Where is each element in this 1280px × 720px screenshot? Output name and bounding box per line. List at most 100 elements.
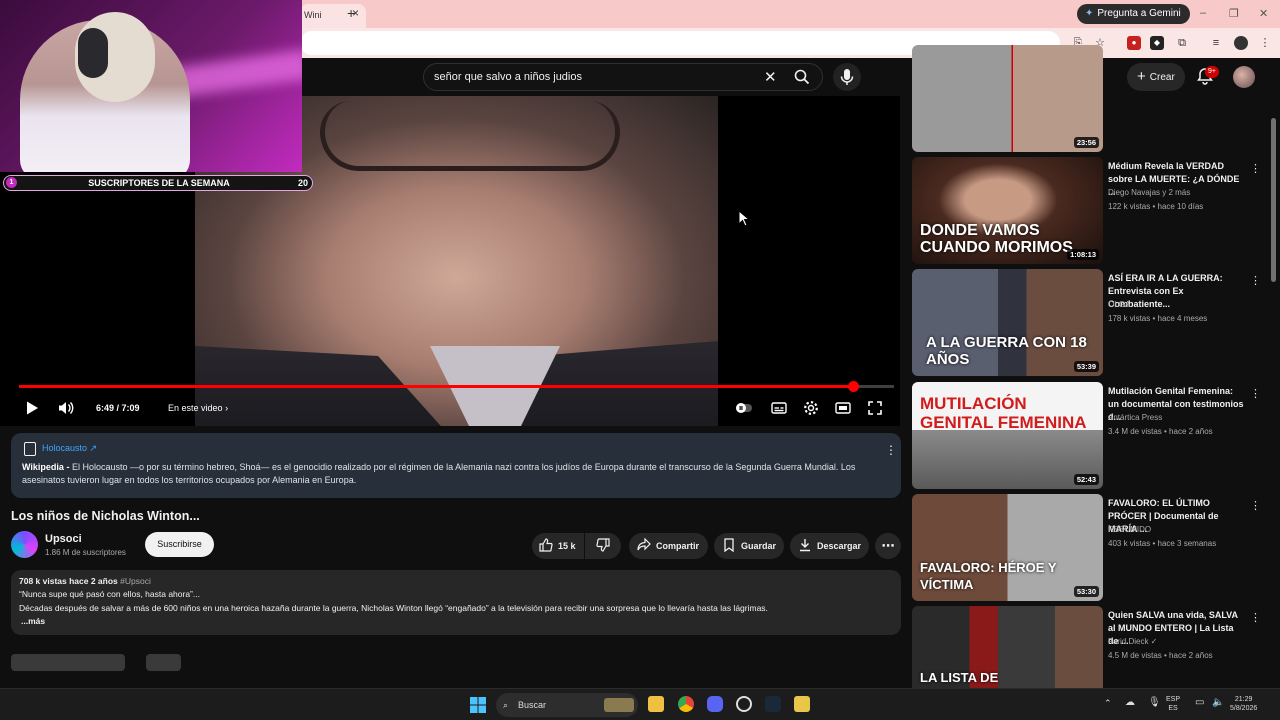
recommendation-item[interactable]: MUTILACIÓN GENITAL FEMENINA 52:43 Mutila…	[912, 382, 1272, 489]
hashtag-link[interactable]: #Upsoci	[120, 576, 151, 586]
video-thumbnail[interactable]: 23:56	[912, 45, 1103, 152]
dislike-button[interactable]	[585, 533, 621, 559]
document-icon	[24, 442, 36, 456]
video-duration: 53:30	[1073, 586, 1099, 597]
recommendation-item[interactable]: 23:56	[912, 45, 1272, 152]
chevron-right-icon: ›	[225, 403, 229, 413]
gemini-icon: ✦	[1085, 8, 1094, 19]
share-button[interactable]: Compartir	[629, 533, 708, 559]
search-icon: ⌕	[503, 700, 509, 710]
chapter-label: En este video	[168, 403, 223, 413]
video-thumbnail[interactable]: LA LISTA DE	[912, 606, 1103, 688]
chapter-button[interactable]: En este video ›	[168, 403, 228, 413]
video-thumbnail[interactable]: MUTILACIÓN GENITAL FEMENINA 52:43	[912, 382, 1103, 489]
file-explorer-icon[interactable]	[648, 696, 664, 712]
page-scrollbar[interactable]	[1271, 118, 1276, 282]
more-options-icon[interactable]: ⋮	[1250, 499, 1261, 512]
clock[interactable]: 21:29 5/8/2026	[1230, 695, 1257, 713]
minimize-icon[interactable]: –	[1200, 7, 1206, 19]
like-button[interactable]: 15 k	[532, 533, 584, 559]
clear-search-icon[interactable]: ✕	[764, 68, 777, 86]
steam-icon[interactable]	[765, 696, 781, 712]
maximize-icon[interactable]: ❐	[1229, 7, 1239, 20]
progress-scrubber[interactable]	[847, 381, 859, 392]
download-button[interactable]: Descargar	[790, 533, 869, 559]
video-thumbnail[interactable]: A LA GUERRA CON 18 AÑOS 53:39	[912, 269, 1103, 376]
lang-top: ESP	[1166, 696, 1181, 703]
volume-icon[interactable]	[58, 400, 74, 416]
video-thumbnail[interactable]: DONDE VAMOS CUANDO MORIMOS 1:08:13	[912, 157, 1103, 264]
subtitles-icon[interactable]	[771, 400, 787, 416]
obs-icon[interactable]	[736, 696, 752, 712]
cloud-icon[interactable]: ☁	[1125, 698, 1135, 708]
voice-search-button[interactable]	[833, 63, 861, 91]
channel-avatar[interactable]	[11, 531, 38, 558]
autoplay-toggle-icon[interactable]	[736, 400, 752, 416]
language-indicator[interactable]: ESP ES	[1166, 695, 1180, 713]
video-thumbnail[interactable]: FAVALORO: HÉROE Y VÍCTIMA 53:30	[912, 494, 1103, 601]
app-icon[interactable]	[794, 696, 810, 712]
gemini-button[interactable]: ✦ Pregunta a Gemini	[1077, 4, 1190, 24]
recommendation-channel[interactable]: RESUMIDO	[1108, 525, 1151, 534]
play-icon[interactable]	[24, 400, 40, 416]
windows-taskbar: ⌕ Buscar ⌃ ☁ 🎙 ESP ES ▭ 🔈 21:29 5/8/2026	[0, 688, 1280, 720]
info-body: El Holocausto —o por su término hebreo, …	[22, 462, 856, 485]
description-line-2: Décadas después de salvar a más de 600 n…	[19, 603, 768, 613]
video-duration: 52:43	[1073, 474, 1099, 485]
search-box[interactable]: señor que salvo a niños judios ✕	[423, 63, 823, 91]
taskbar-search[interactable]: ⌕ Buscar	[496, 693, 638, 717]
channel-name[interactable]: Upsoci	[45, 533, 82, 545]
subscribe-button[interactable]: Suscribirse	[145, 532, 214, 557]
windows-start-icon[interactable]	[470, 697, 486, 713]
recommendation-channel[interactable]: Antártica Press	[1108, 413, 1162, 422]
chrome-icon[interactable]	[678, 696, 694, 712]
recommendation-item[interactable]: DONDE VAMOS CUANDO MORIMOS 1:08:13 Médiu…	[912, 157, 1272, 264]
thumbs-down-icon	[596, 538, 610, 552]
fullscreen-icon[interactable]	[867, 400, 883, 416]
theater-mode-icon[interactable]	[835, 400, 851, 416]
volume-tray-icon[interactable]: 🔈	[1212, 698, 1224, 708]
search-input[interactable]: señor que salvo a niños judios	[434, 71, 582, 83]
info-topic-label: Holocausto	[42, 443, 88, 453]
tray-expand-icon[interactable]: ⌃	[1104, 699, 1112, 708]
thumbnail-caption: LA LISTA DE	[920, 670, 999, 685]
recommendation-meta: 122 k vistas • hace 10 días	[1108, 202, 1204, 211]
video-duration: 53:39	[1073, 361, 1099, 372]
recommendation-meta: 3.4 M de vistas • hace 2 años	[1108, 427, 1213, 436]
recommendation-channel[interactable]: OLGA	[1108, 300, 1130, 309]
subscribers-title: SUSCRIPTORES DE LA SEMANA	[88, 178, 230, 188]
recommendation-item[interactable]: A LA GUERRA CON 18 AÑOS 53:39 ASÍ ERA IR…	[912, 269, 1272, 376]
more-actions-icon[interactable]: ⋯	[875, 533, 901, 559]
description-meta: 708 k vistas hace 2 años #Upsoci	[19, 576, 151, 586]
more-options-icon[interactable]: ⋮	[1250, 387, 1261, 400]
discord-icon[interactable]	[707, 696, 723, 712]
recommendation-channel[interactable]: Diego Navajas y 2 más	[1108, 188, 1190, 197]
save-button[interactable]: Guardar	[714, 533, 784, 559]
more-options-icon[interactable]: ⋮	[1250, 611, 1261, 624]
share-label: Compartir	[656, 541, 700, 551]
recommendation-item[interactable]: FAVALORO: HÉROE Y VÍCTIMA 53:30 FAVALORO…	[912, 494, 1272, 601]
subscriber-count: 1.86 M de suscriptores	[45, 548, 126, 557]
webcam-headset	[78, 28, 108, 78]
close-window-icon[interactable]: ✕	[1259, 7, 1268, 20]
more-options-icon[interactable]: ⋮	[1250, 162, 1261, 175]
weekly-subscribers-bar: 1 SUSCRIPTORES DE LA SEMANA 20	[3, 175, 313, 191]
network-icon[interactable]: ▭	[1195, 698, 1204, 708]
bookmark-icon	[724, 538, 734, 553]
more-options-icon[interactable]: ⋮	[885, 443, 897, 457]
video-duration: 1:08:13	[1067, 249, 1099, 260]
more-options-icon[interactable]: ⋮	[1250, 274, 1261, 287]
info-topic-link[interactable]: Holocausto ↗	[42, 443, 97, 454]
info-panel: Holocausto ↗ ⋮ Wikipedia - El Holocausto…	[11, 433, 901, 498]
progress-bar[interactable]	[19, 381, 894, 392]
settings-gear-icon[interactable]	[803, 400, 819, 416]
description-more-link[interactable]: ...más	[21, 616, 45, 626]
recommendation-meta: 4.5 M de vistas • hace 2 años	[1108, 651, 1213, 660]
microphone-tray-icon[interactable]: 🎙	[1148, 698, 1161, 708]
description-box[interactable]: 708 k vistas hace 2 años #Upsoci “Nunca …	[11, 570, 901, 635]
search-icon[interactable]	[794, 69, 810, 85]
recommendation-item[interactable]: LA LISTA DE Quien SALVA una vida, SALVA …	[912, 606, 1272, 688]
new-tab-icon[interactable]: +	[347, 5, 355, 21]
recommendation-channel[interactable]: Farid Dieck ✓	[1108, 637, 1157, 646]
thumbnail-caption: MUTILACIÓN GENITAL FEMENINA	[920, 394, 1087, 432]
